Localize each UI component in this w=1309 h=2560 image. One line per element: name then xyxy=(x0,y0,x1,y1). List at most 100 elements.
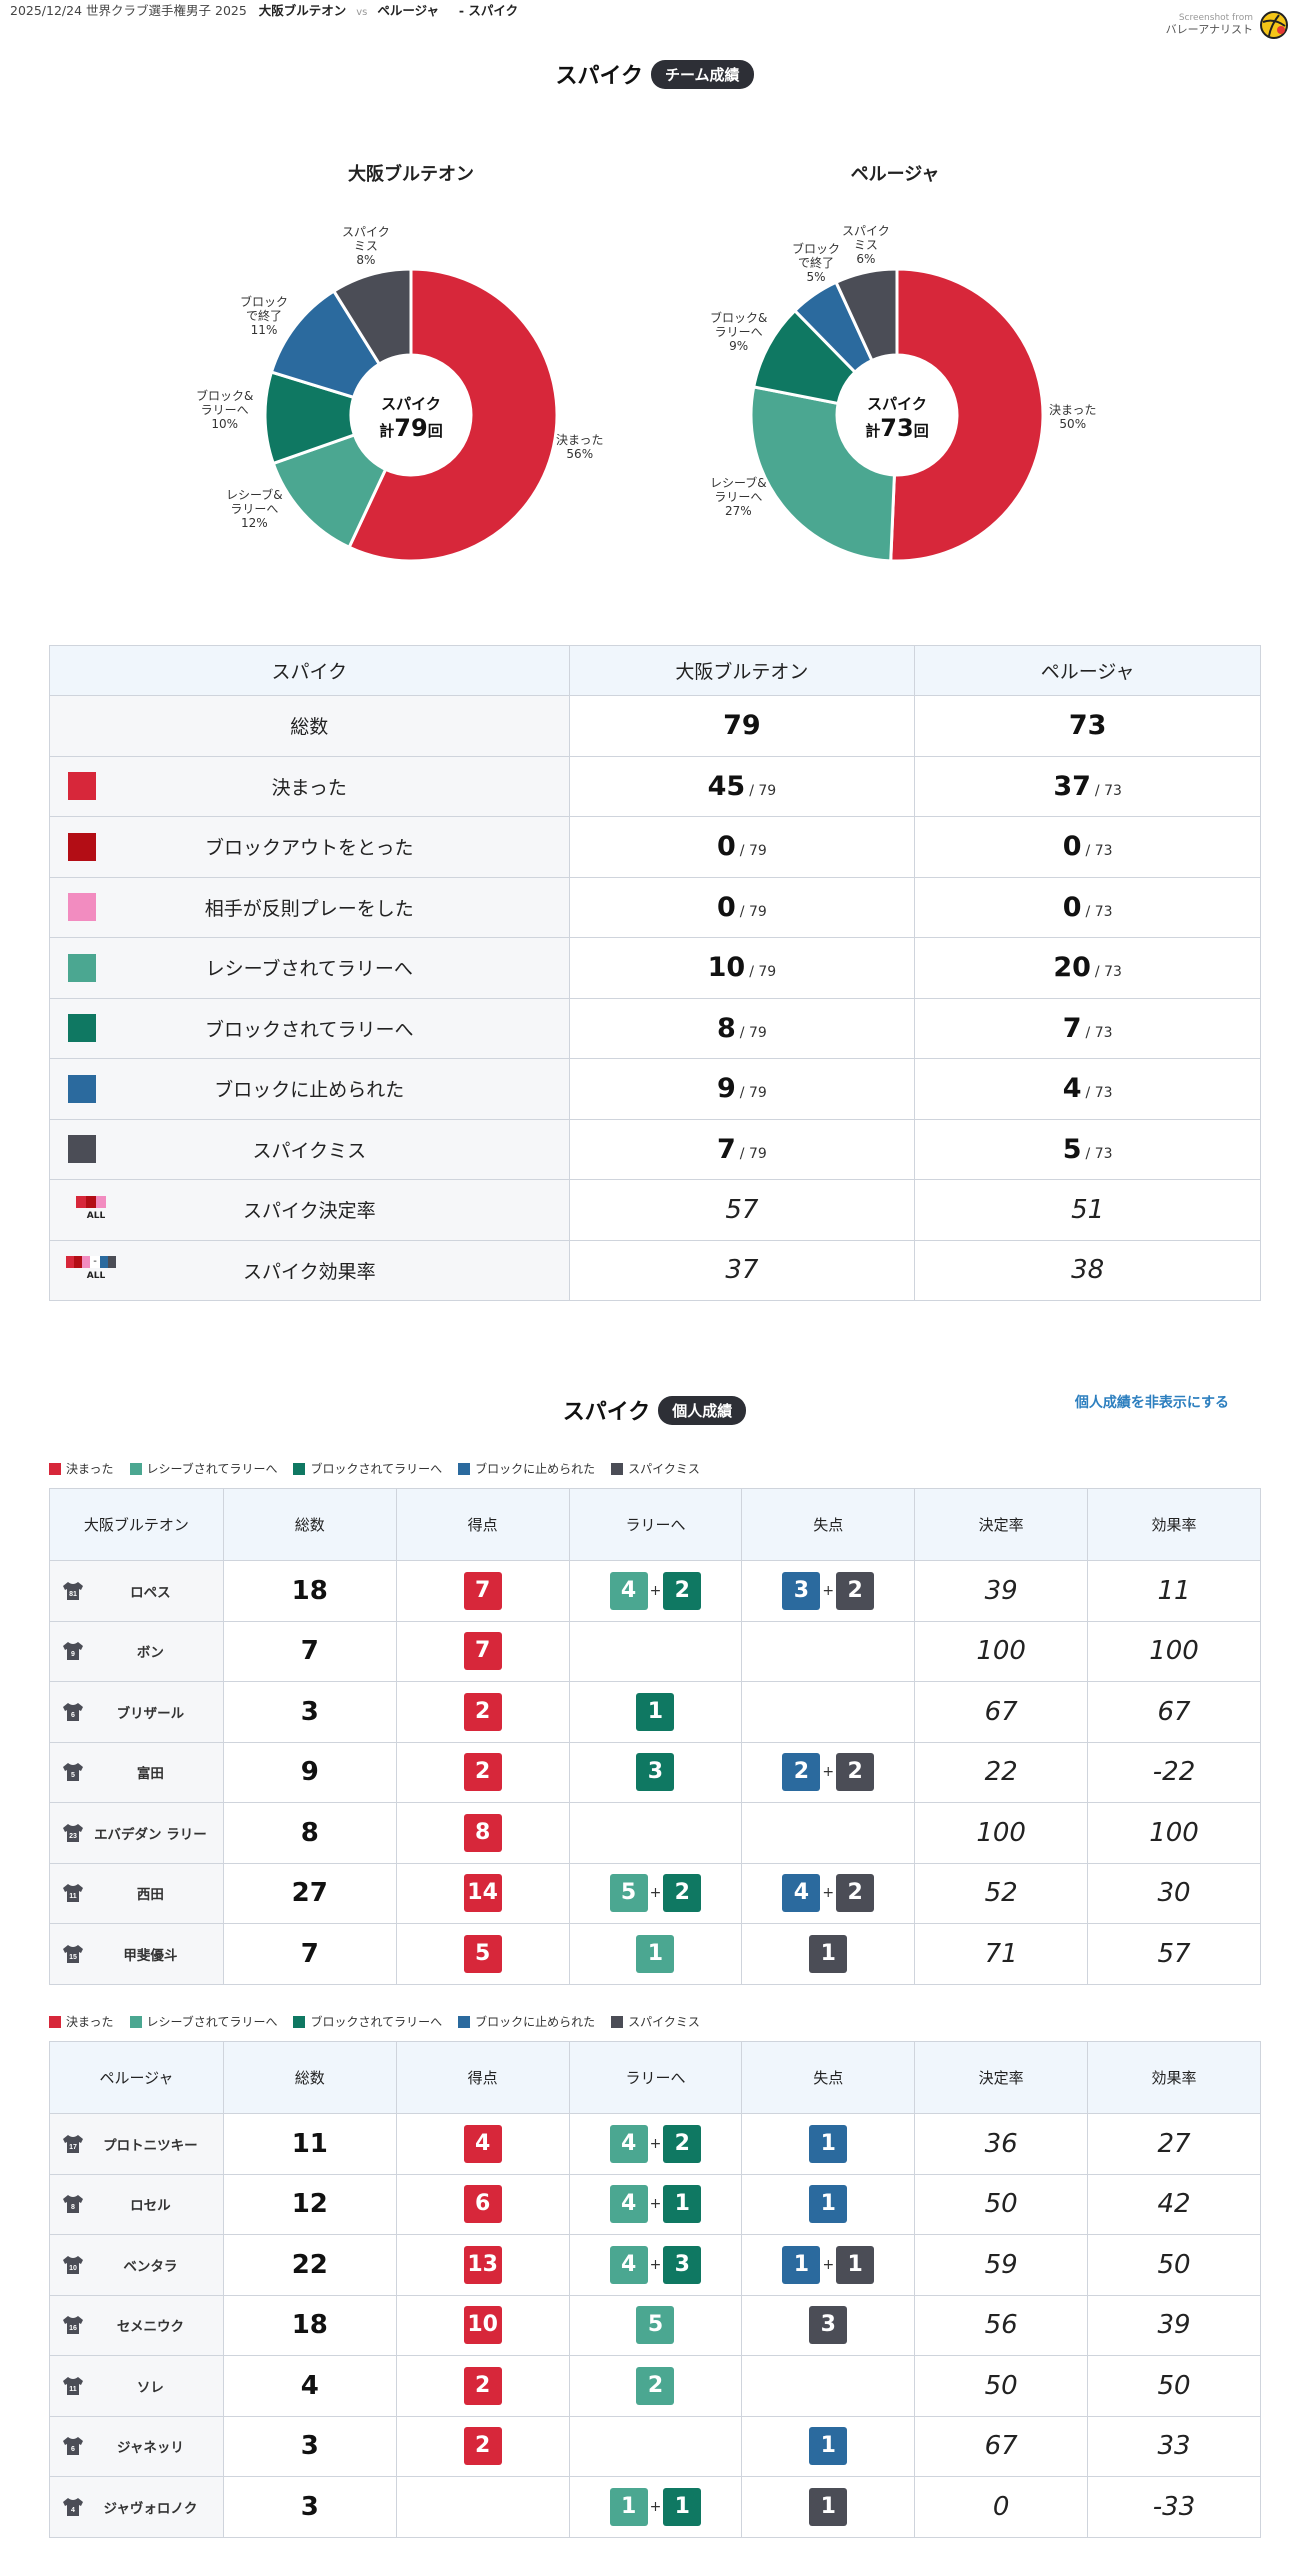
home-value-cell: 10/ 79 xyxy=(568,937,916,999)
team-table-row: 相手が反則プレーをした 0/ 79 0/ 73 xyxy=(49,876,1261,938)
player-row[interactable]: 8 ロセル 12 6 4 +1 1 50 42 xyxy=(49,2173,1261,2235)
color-swatch xyxy=(68,772,96,801)
block-rally-chip: 2 xyxy=(663,1874,702,1913)
home-value-cell: 8/ 79 xyxy=(568,997,916,1059)
player-lost: 1 +1 xyxy=(741,2234,916,2296)
player-cell[interactable]: 81 ロペス xyxy=(49,1560,224,1622)
team-table-row: 決まった 45/ 79 37/ 73 xyxy=(49,755,1261,817)
plus-sign: + xyxy=(649,2256,662,2273)
points-chip: 13 xyxy=(463,2245,502,2284)
jersey-icon: 15 xyxy=(63,1944,83,1963)
legend-label: スパイクミス xyxy=(628,2015,700,2029)
jersey-icon: 11 xyxy=(63,1884,83,1903)
player-row[interactable]: 4 ジャヴォロノク 3 1 +1 1 0 -33 xyxy=(49,2476,1261,2538)
player-row[interactable]: 81 ロペス 18 7 4 +2 3 +2 39 11 xyxy=(49,1560,1261,1622)
svg-text:16: 16 xyxy=(69,2325,77,2332)
home-donut-center-total: 計79回 xyxy=(351,414,471,442)
player-row[interactable]: 9 ボン 7 7 100 100 xyxy=(49,1620,1261,1682)
jersey-icon: 8 xyxy=(63,2195,83,2214)
player-row[interactable]: 6 ジャネッリ 3 2 1 67 33 xyxy=(49,2415,1261,2477)
legend-label: ブロックされてラリーへ xyxy=(310,1462,443,1476)
player-cell[interactable]: 15 甲斐優斗 xyxy=(49,1923,224,1985)
svg-text:6: 6 xyxy=(71,2446,75,2453)
receive-rally-chip: 4 xyxy=(609,1571,648,1610)
team-stats-badge: チーム成績 xyxy=(651,59,754,89)
player-cell[interactable]: 17 プロトニツキー xyxy=(49,2113,224,2175)
individual-stats-badge: 個人成績 xyxy=(658,1395,747,1425)
player-cell[interactable]: 16 セメニウク xyxy=(49,2294,224,2356)
home-value-cell: 9/ 79 xyxy=(568,1058,916,1120)
individual-stats-heading: スパイク xyxy=(562,1400,651,1425)
home-rate-cell: 57 xyxy=(568,1179,916,1241)
receive-rally-chip: 1 xyxy=(636,1934,675,1973)
player-lost xyxy=(741,2355,916,2417)
player-cell[interactable]: 8 ロセル xyxy=(49,2173,224,2235)
home-rate: 37 xyxy=(725,1255,759,1286)
home-value: 45 xyxy=(707,770,746,802)
player-row[interactable]: 16 セメニウク 18 10 5 3 56 39 xyxy=(49,2294,1261,2356)
home-value: 9 xyxy=(717,1073,736,1105)
player-cell[interactable]: 11 西田 xyxy=(49,1862,224,1924)
away-value: 7 xyxy=(1062,1012,1082,1044)
player-cell[interactable]: 6 ジャネッリ xyxy=(49,2415,224,2477)
player-cell[interactable]: 6 ブリザール xyxy=(49,1681,224,1743)
player-kouka-rate: 39 xyxy=(1087,2294,1261,2356)
player-row[interactable]: 11 ソレ 4 2 2 50 50 xyxy=(49,2355,1261,2417)
player-row[interactable]: 11 西田 27 14 5 +2 4 +2 52 30 xyxy=(49,1862,1261,1924)
team-table-row: スパイクミス 7/ 79 5/ 73 xyxy=(49,1118,1261,1180)
receive-rally-chip: 1 xyxy=(609,2487,648,2526)
player-lost xyxy=(741,1620,916,1682)
home-team-name[interactable]: 大阪ブルテオン xyxy=(259,3,347,18)
player-lost: 3 +2 xyxy=(741,1560,916,1622)
home-value: 8 xyxy=(717,1012,736,1044)
player-points: 14 xyxy=(395,1862,570,1924)
player-row[interactable]: 23 エバデダン ラリー 8 8 100 100 xyxy=(49,1802,1261,1864)
volleyball-logo-icon xyxy=(1260,11,1288,39)
miss-chip: 2 xyxy=(836,1571,875,1610)
player-row[interactable]: 6 ブリザール 3 2 1 67 67 xyxy=(49,1681,1261,1743)
away-team-name[interactable]: ペルージャ xyxy=(377,3,439,18)
home-label-miss: スパイク ミス 8% xyxy=(342,225,390,267)
away-of-total: / 73 xyxy=(1094,782,1122,799)
receive-rally-chip: 4 xyxy=(609,2124,648,2163)
player-cell[interactable]: 10 ベンタラ xyxy=(49,2234,224,2296)
blocked-chip: 2 xyxy=(782,1753,821,1792)
miss-chip: 1 xyxy=(809,2487,848,2526)
points-chip: 14 xyxy=(463,1874,502,1913)
player-cell[interactable]: 11 ソレ xyxy=(49,2355,224,2417)
player-row[interactable]: 15 甲斐優斗 7 5 1 1 71 57 xyxy=(49,1923,1261,1985)
away-chart-title: ペルージャ xyxy=(850,164,940,185)
player-lost xyxy=(741,1802,916,1864)
points-chip: 5 xyxy=(463,1934,502,1973)
color-swatch xyxy=(68,953,96,982)
block-rally-chip: 1 xyxy=(663,2487,702,2526)
away-of-total: / 73 xyxy=(1094,964,1122,981)
jersey-icon: 6 xyxy=(63,1702,83,1721)
hide-individual-link[interactable]: 個人成績を非表示にする xyxy=(1075,1392,1229,1412)
team-table-row: ブロックされてラリーへ 8/ 79 7/ 73 xyxy=(49,997,1261,1059)
jersey-icon: 23 xyxy=(63,1823,83,1842)
jersey-icon: 17 xyxy=(63,2134,83,2153)
home-label-receive: レシーブ& ラリーへ 12% xyxy=(226,488,283,530)
jersey-icon: 11 xyxy=(63,2376,83,2395)
brand[interactable]: Screenshot from バレーアナリスト xyxy=(1166,10,1289,40)
away-total-cell: 73 xyxy=(914,695,1261,757)
player-kettei-rate: 100 xyxy=(914,1620,1089,1682)
player-row[interactable]: 17 プロトニツキー 11 4 4 +2 1 36 27 xyxy=(49,2113,1261,2175)
team-table-row: ブロックアウトをとった 0/ 79 0/ 73 xyxy=(49,816,1261,878)
player-row[interactable]: 5 富田 9 2 3 2 +2 22 -22 xyxy=(49,1741,1261,1803)
home-rate-cell: 37 xyxy=(568,1239,916,1301)
home-label-kimatta: 決まった 56% xyxy=(556,433,604,461)
ind-header-col: 決定率 xyxy=(914,1488,1089,1561)
away-value: 5 xyxy=(1062,1133,1082,1165)
row-label: レシーブされてラリーへ xyxy=(205,958,413,981)
player-cell[interactable]: 4 ジャヴォロノク xyxy=(49,2476,224,2538)
player-cell[interactable]: 23 エバデダン ラリー xyxy=(49,1802,224,1864)
player-cell[interactable]: 9 ボン xyxy=(49,1620,224,1682)
match-header: 2025/12/24 世界クラブ選手権男子 2025 大阪ブルテオン vs ペル… xyxy=(10,0,518,18)
home-legend: 決まった レシーブされてラリーへ ブロックされてラリーへ ブロックに止められた … xyxy=(49,1460,700,1477)
player-cell[interactable]: 5 富田 xyxy=(49,1741,224,1803)
player-row[interactable]: 10 ベンタラ 22 13 4 +3 1 +1 59 50 xyxy=(49,2234,1261,2296)
ind-header-team: ペルージャ xyxy=(49,2041,224,2114)
away-of-total: / 73 xyxy=(1085,1024,1113,1041)
